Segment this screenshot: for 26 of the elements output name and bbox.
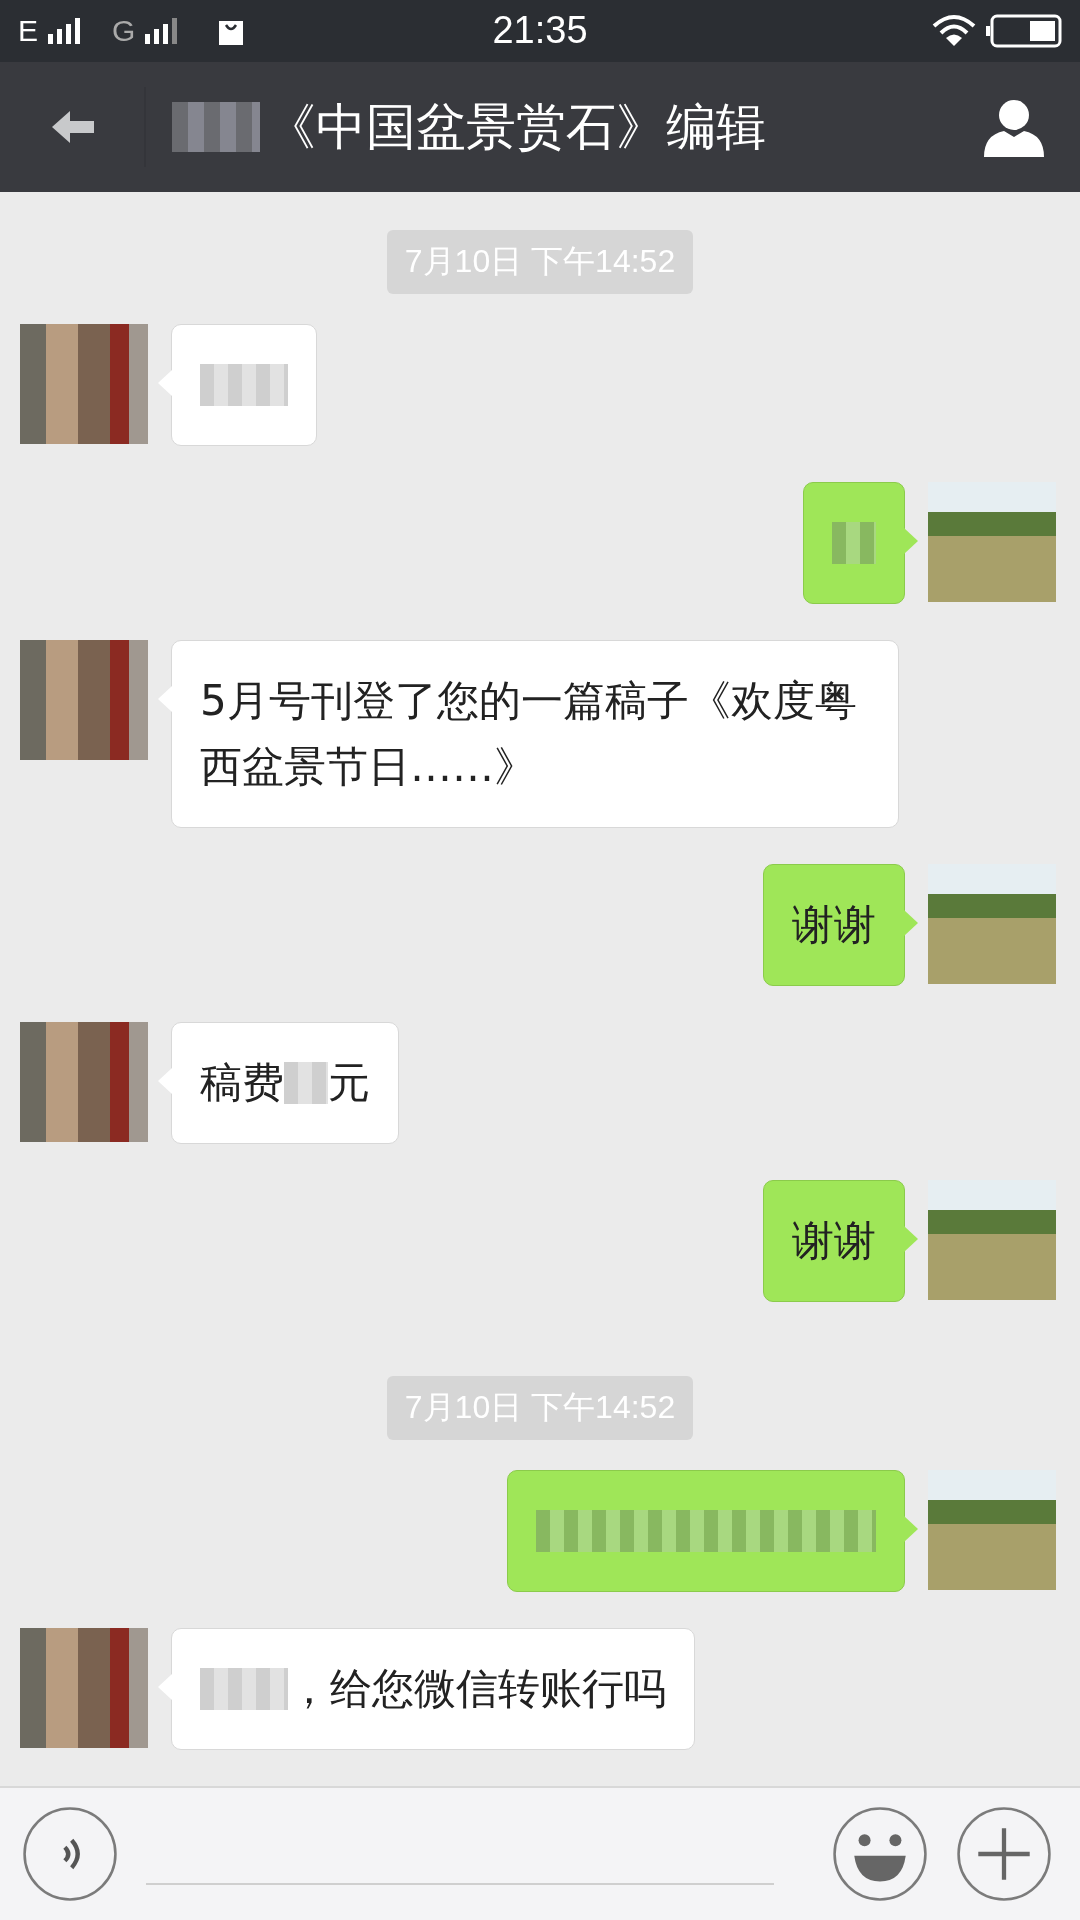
- avatar-placeholder[interactable]: [20, 1628, 148, 1749]
- message-text: 谢谢: [792, 1215, 876, 1268]
- chat-title: 《中国盆景赏石》编辑: [266, 96, 766, 158]
- network-type: E: [18, 13, 38, 48]
- network-type: G: [112, 13, 136, 48]
- clock-time: 21:35: [492, 9, 588, 53]
- avatar-placeholder[interactable]: [928, 1470, 1056, 1591]
- avatar-placeholder[interactable]: [928, 482, 1056, 603]
- emoji-icon[interactable]: [832, 1806, 928, 1903]
- person-icon[interactable]: [982, 97, 1046, 158]
- avatar-placeholder[interactable]: [20, 324, 148, 445]
- pixelated-text: [284, 1062, 328, 1105]
- message-text: 稿费: [200, 1057, 284, 1110]
- avatar-placeholder[interactable]: [20, 640, 148, 761]
- message-text: 5月号刊登了您的一篇稿子《欢度粤西盆景节日……》: [200, 675, 858, 794]
- message-text: ，给您微信转账行吗: [288, 1663, 666, 1716]
- avatar-placeholder[interactable]: [928, 1180, 1056, 1301]
- message-text: 元: [328, 1057, 370, 1110]
- avatar-placeholder[interactable]: [20, 1022, 148, 1143]
- plus-icon[interactable]: [956, 1806, 1052, 1903]
- pixelated-text: [832, 522, 876, 565]
- wifi-icon: [932, 13, 976, 48]
- message-text: 谢谢: [792, 899, 876, 952]
- avatar-placeholder[interactable]: [928, 864, 1056, 985]
- battery-icon: [986, 13, 1062, 48]
- voice-icon[interactable]: [22, 1806, 118, 1903]
